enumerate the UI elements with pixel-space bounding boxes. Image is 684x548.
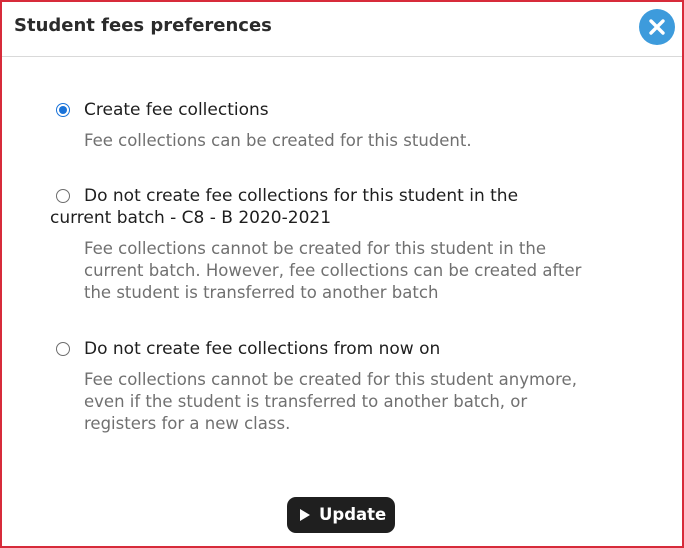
description-line: Fee collections cannot be created for th…: [84, 239, 546, 258]
play-icon: [300, 509, 310, 521]
radio-no-fee-from-now-on[interactable]: [56, 342, 70, 356]
option-description: Fee collections cannot be created for th…: [84, 369, 577, 435]
close-button[interactable]: [639, 9, 675, 45]
description-line: current batch. However, fee collections …: [84, 261, 582, 280]
option-description: Fee collections can be created for this …: [84, 130, 472, 152]
option-label-line-1: Do not create fee collections for this s…: [84, 186, 519, 206]
description-line: even if the student is transferred to an…: [84, 392, 528, 411]
option-label: Create fee collections: [84, 100, 269, 120]
radio-no-fee-current-batch[interactable]: [56, 189, 70, 203]
dialog-header: Student fees preferences: [2, 2, 682, 57]
option-label: Do not create fee collections from now o…: [84, 339, 441, 359]
description-line: registers for a new class.: [84, 414, 291, 433]
description-line: Fee collections can be created for this …: [84, 131, 472, 150]
update-button-label: Update: [319, 505, 387, 524]
dialog-title: Student fees preferences: [14, 15, 272, 36]
description-line: the student is transferred to another ba…: [84, 283, 439, 302]
close-icon: [649, 19, 665, 35]
option-description: Fee collections cannot be created for th…: [84, 238, 581, 304]
radio-create-fee-collections[interactable]: [56, 103, 70, 117]
description-line: Fee collections cannot be created for th…: [84, 370, 577, 389]
update-button[interactable]: Update: [287, 497, 395, 533]
option-label-line-2: current batch - C8 - B 2020-2021: [50, 208, 332, 228]
student-fees-preferences-dialog: Student fees preferences Create fee coll…: [0, 0, 684, 548]
